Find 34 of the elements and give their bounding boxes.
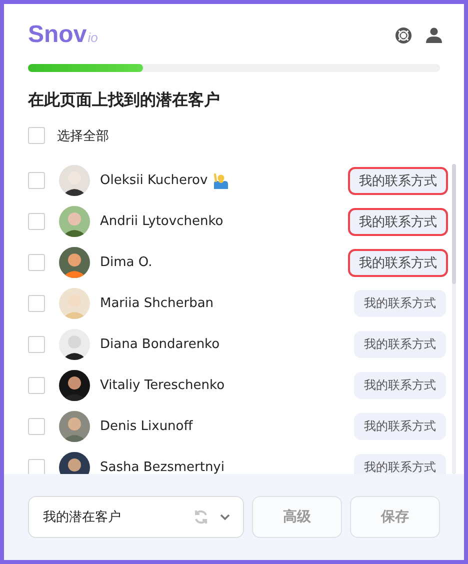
list-dropdown[interactable]: 我的潜在客户 [28, 496, 244, 538]
select-all-label: 选择全部 [57, 128, 109, 144]
help-icon[interactable] [395, 26, 412, 44]
refresh-icon[interactable] [193, 509, 209, 525]
prospect-name[interactable]: Mariia Shcherban [100, 296, 214, 311]
prospect-name[interactable]: Denis Lixunoff [100, 419, 193, 434]
contacts-tag[interactable]: 我的联系方式 [354, 290, 446, 317]
chevron-down-icon[interactable] [219, 513, 231, 521]
contacts-tag[interactable]: 我的联系方式 [348, 248, 448, 276]
checkbox[interactable] [28, 172, 45, 189]
checkbox[interactable] [28, 254, 45, 271]
logo-suffix: io [88, 30, 98, 45]
checkbox[interactable] [28, 459, 45, 474]
logo-text: Snov [28, 21, 87, 49]
contacts-tag[interactable]: 我的联系方式 [348, 166, 448, 194]
checkbox[interactable] [28, 336, 45, 353]
contacts-tag[interactable]: 我的联系方式 [354, 331, 446, 358]
checkbox[interactable] [28, 377, 45, 394]
contacts-tag[interactable]: 我的联系方式 [354, 413, 446, 440]
prospect-name[interactable]: Diana Bondarenko [100, 337, 220, 352]
contacts-tag[interactable]: 我的联系方式 [354, 454, 446, 474]
prospect-name[interactable]: Oleksii Kucherov [100, 173, 208, 188]
checkbox[interactable] [28, 295, 45, 312]
prospect-name[interactable]: Andrii Lytovchenko [100, 214, 224, 229]
checkbox[interactable] [28, 418, 45, 435]
prospect-name[interactable]: Dima O. [100, 255, 152, 270]
user-icon[interactable] [426, 27, 442, 43]
checkbox[interactable] [28, 213, 45, 230]
contacts-tag[interactable]: 我的联系方式 [348, 208, 448, 236]
contacts-tag[interactable]: 我的联系方式 [354, 372, 446, 399]
prospect-name[interactable]: Sasha Bezsmertnyi [100, 460, 224, 474]
checkbox[interactable] [28, 127, 45, 144]
prospect-name[interactable]: Vitaliy Tereschenko [100, 378, 225, 393]
section-title: 在此页面上找到的潜在客户 [28, 90, 221, 111]
